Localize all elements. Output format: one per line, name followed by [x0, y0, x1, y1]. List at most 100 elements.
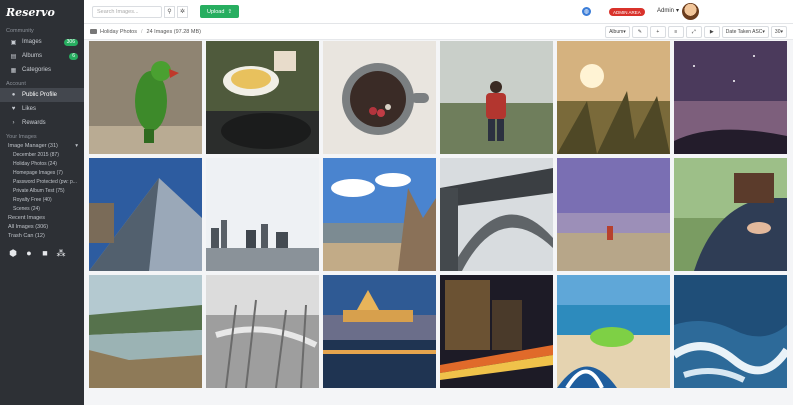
- thumbs-up-icon: ♥: [11, 106, 16, 112]
- image-thumbnail-lake[interactable]: [89, 275, 202, 388]
- tree-item-folder[interactable]: Password Protected (pw: p...: [0, 177, 84, 186]
- upload-icon: ⇪: [227, 8, 233, 15]
- sidebar-item-likes[interactable]: ♥ Likes: [0, 102, 84, 116]
- search-button[interactable]: ⚲: [164, 5, 175, 18]
- logo[interactable]: Reservo: [0, 0, 84, 24]
- sidebar-item-categories[interactable]: ▦ Categories: [0, 63, 84, 77]
- language-globe-icon[interactable]: ◍: [582, 7, 591, 16]
- toolbar-actions: Album ▾ ✎ + ≡ ⤢ ▶ Date Taken ASC ▾ 30 ▾: [605, 26, 787, 38]
- sidebar-item-label: Public Profile: [22, 92, 58, 98]
- image-thumbnail-hand-wheat[interactable]: [206, 275, 319, 388]
- image-thumbnail-tea-cup[interactable]: [323, 41, 436, 154]
- sidebar-item-label: Images: [22, 39, 42, 45]
- sidebar-item-label: Categories: [22, 67, 52, 73]
- sidebar-item-recent-images[interactable]: Recent Images: [0, 213, 84, 222]
- search-input[interactable]: Search Images...: [92, 5, 162, 18]
- hand-wheat-photo: [206, 275, 319, 388]
- image-thumbnail-woman-phone[interactable]: [674, 158, 787, 271]
- tree-item-folder[interactable]: Homepage Images (7): [0, 168, 84, 177]
- count-badge: 6: [69, 52, 78, 60]
- breadcrumb-album[interactable]: Holiday Photos: [100, 29, 137, 35]
- skyscraper-photo: [89, 158, 202, 271]
- sort-dropdown[interactable]: Date Taken ASC ▾: [721, 26, 769, 38]
- tree-item-folder[interactable]: Scenes (24): [0, 204, 84, 213]
- dropdown-label: Album: [609, 29, 624, 35]
- blackberry-icon[interactable]: ⁂: [56, 248, 66, 258]
- folder-icon: ▦: [10, 67, 17, 74]
- image-thumbnail-bridge[interactable]: [440, 158, 553, 271]
- sidebar-item-all-images[interactable]: All Images (306): [0, 222, 84, 231]
- image-thumbnail-parrot[interactable]: [89, 41, 202, 154]
- add-button[interactable]: +: [649, 26, 666, 38]
- image-thumbnail-street-night[interactable]: [440, 275, 553, 388]
- image-thumbnail-beach-umbrellas[interactable]: [557, 275, 670, 388]
- pencil-icon: ✎: [637, 29, 642, 35]
- admin-area-badge[interactable]: ADMIN AREA: [609, 8, 645, 16]
- image-icon: ▣: [10, 39, 17, 46]
- chevron-right-icon: ›: [12, 120, 15, 126]
- chevron-down-icon: ▾: [780, 29, 783, 35]
- settings-button[interactable]: ✲: [177, 5, 188, 18]
- tree-item-folder[interactable]: Private Album Test (75): [0, 186, 84, 195]
- image-thumbnail-driftwood-beach[interactable]: [323, 158, 436, 271]
- folder-icon: [90, 29, 97, 34]
- app-window: Reservo Community ▣ Images 306 ▤ Albums …: [0, 0, 793, 405]
- sidebar-item-albums[interactable]: ▤ Albums 6: [0, 49, 84, 63]
- list-view-button[interactable]: ≡: [667, 26, 684, 38]
- sidebar-item-rewards[interactable]: › Rewards: [0, 116, 84, 130]
- image-thumbnail-city-skyline[interactable]: [206, 158, 319, 271]
- tree-item-folder[interactable]: Holiday Photos (24): [0, 159, 84, 168]
- play-icon: ▶: [709, 29, 714, 35]
- windows-icon[interactable]: ■: [40, 248, 50, 258]
- grass-sunset-photo: [557, 41, 670, 154]
- pasta-photo: [206, 41, 319, 154]
- parrot-photo: [89, 41, 202, 154]
- tree-item-label: Image Manager (31): [8, 142, 58, 149]
- image-thumbnail-skyscraper[interactable]: [89, 158, 202, 271]
- expand-icon: ⤢: [691, 29, 696, 35]
- app-store-links: ⬢ ● ■ ⁂: [0, 240, 84, 266]
- tree-item-folder[interactable]: Royalty Free (40): [0, 195, 84, 204]
- sidebar-item-trash-can[interactable]: Trash Can (12): [0, 231, 84, 240]
- gear-icon: ✲: [179, 9, 186, 15]
- breadcrumb-separator: /: [141, 28, 143, 35]
- sidebar-item-label: Albums: [22, 53, 43, 59]
- section-title-community: Community: [6, 28, 34, 34]
- chevron-down-icon: ▾: [676, 8, 680, 14]
- apple-icon[interactable]: ●: [24, 248, 34, 258]
- image-thumbnail-grass-sunset[interactable]: [557, 41, 670, 154]
- list-icon: ≡: [674, 29, 678, 35]
- android-icon[interactable]: ⬢: [8, 248, 18, 258]
- section-title-your-images: Your Images: [6, 134, 37, 140]
- sidebar: Reservo Community ▣ Images 306 ▤ Albums …: [0, 0, 84, 405]
- avatar[interactable]: [682, 3, 699, 20]
- image-thumbnail-pasta[interactable]: [206, 41, 319, 154]
- plus-icon: +: [656, 29, 660, 35]
- tree-item-image-manager[interactable]: Image Manager (31) ▾: [0, 141, 84, 150]
- tree-item-folder[interactable]: December 2015 (87): [0, 150, 84, 159]
- chevron-down-icon: ▾: [762, 29, 765, 35]
- user-menu[interactable]: Admin ▾: [657, 7, 680, 15]
- upload-button[interactable]: Upload ⇪: [200, 5, 240, 18]
- chevron-down-icon[interactable]: ▾: [75, 143, 78, 149]
- sidebar-item-images[interactable]: ▣ Images 306: [0, 35, 84, 49]
- waves-photo: [674, 275, 787, 388]
- image-grid: [89, 41, 789, 388]
- image-thumbnail-beach-walk[interactable]: [557, 158, 670, 271]
- slideshow-button[interactable]: ▶: [703, 26, 720, 38]
- image-thumbnail-castle-night[interactable]: [323, 275, 436, 388]
- breadcrumb-info: 24 Images (97.28 MB): [146, 28, 201, 35]
- album-view-dropdown[interactable]: Album ▾: [605, 26, 630, 38]
- fullscreen-button[interactable]: ⤢: [685, 26, 702, 38]
- image-thumbnail-waves[interactable]: [674, 275, 787, 388]
- dropdown-label: Date Taken ASC: [725, 29, 763, 35]
- image-thumbnail-night-sky[interactable]: [674, 41, 787, 154]
- search-icon: ⚲: [167, 9, 172, 15]
- tea-cup-photo: [323, 41, 436, 154]
- per-page-dropdown[interactable]: 30 ▾: [770, 26, 787, 38]
- album-icon: ▤: [10, 53, 17, 60]
- sidebar-item-label: Rewards: [22, 120, 46, 126]
- edit-button[interactable]: ✎: [631, 26, 648, 38]
- sidebar-item-public-profile[interactable]: ● Public Profile: [0, 88, 84, 102]
- image-thumbnail-man-field[interactable]: [440, 41, 553, 154]
